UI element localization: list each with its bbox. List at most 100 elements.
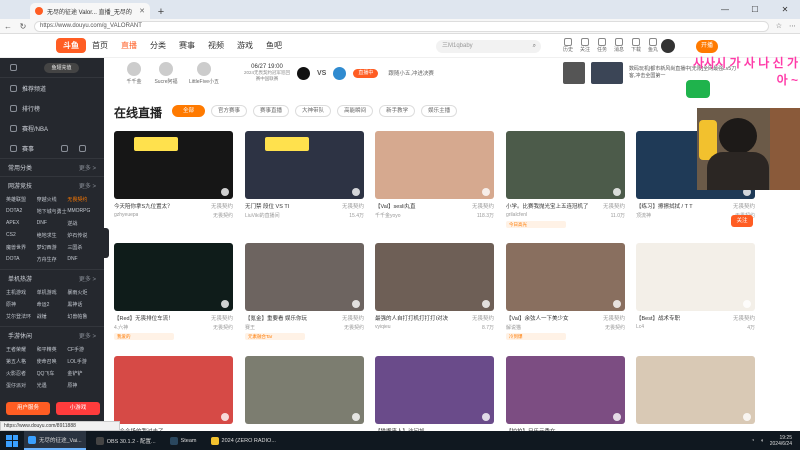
nav-yuba[interactable]: 鱼吧 [266, 40, 282, 51]
sidebar-item-hot[interactable]: 赛程/NBA [0, 118, 104, 138]
card-title[interactable]: 【Red】无畏排位车流！ [114, 314, 174, 322]
new-tab-button[interactable]: + [154, 5, 168, 19]
card-title[interactable]: 【氪金】重要看 娱乐你玩 [245, 314, 307, 322]
category-item[interactable]: 炉石传说 [67, 232, 98, 239]
card-title[interactable]: 【Val】余弦人一下美少女 [506, 314, 569, 322]
category-item[interactable]: CS2 [6, 232, 37, 239]
filter-tab[interactable]: 大神带队 [295, 105, 332, 117]
category-item[interactable]: 金铲铲 [67, 370, 98, 377]
card-thumbnail[interactable] [245, 243, 364, 311]
card-thumbnail[interactable] [506, 356, 625, 424]
download-button[interactable]: 下载 [631, 38, 641, 53]
card-thumbnail[interactable] [636, 356, 755, 424]
nav-events[interactable]: 赛事 [179, 40, 195, 51]
wifi-icon[interactable]: ◔ [751, 438, 754, 444]
live-card[interactable]: 无门禁 段位 VS TI 无畏契约 LiuViki的直播间 15.4万 [245, 131, 364, 219]
card-thumbnail[interactable] [114, 356, 233, 424]
card-streamer[interactable]: 4.六神 [114, 324, 128, 331]
filter-tab[interactable]: 官方赛事 [211, 105, 248, 117]
sidebar-item-events[interactable]: 赛事 [0, 138, 104, 158]
card-title[interactable]: 【Val】sesli丸直 [375, 202, 416, 210]
live-card[interactable]: 【Best】战术专职 无畏契约 Lc4 4万 [636, 243, 755, 331]
maximize-button[interactable]: ☐ [740, 0, 770, 19]
category-item[interactable]: LOL手游 [67, 358, 98, 365]
taskbar-app[interactable]: OBS 30.1.2 - 配置... [92, 431, 160, 450]
filter-tab[interactable]: 娱乐主播 [421, 105, 458, 117]
follow-button[interactable]: 关注 [580, 38, 590, 53]
category-item[interactable]: 梦幻西游 [37, 244, 68, 251]
streamer-avatar[interactable]: Sucre阿福 [150, 61, 182, 85]
category-item[interactable]: 绝地求生 [37, 232, 68, 239]
taskbar-app[interactable]: 无尽的征途_Vai... [24, 431, 86, 450]
card-title[interactable]: 最强的人自打打机打打打I对决 [375, 314, 448, 322]
card-thumbnail[interactable] [245, 131, 364, 199]
live-card[interactable]: 【Red】无畏排位车流！ 无畏契约 4.六神 无畏契约 我爱的 [114, 243, 233, 340]
sidebar-item-rank[interactable]: 排行榜 [0, 98, 104, 118]
live-card[interactable]: 小学。比赛我抛光宝上五连冠机了 无畏契约 grilalcfenl 11.0万 今日高光 [506, 131, 625, 228]
category-item[interactable]: 主机游戏 [6, 289, 37, 296]
search-icon[interactable]: ⌕ [533, 40, 536, 53]
card-streamer[interactable]: 顶流神 [636, 212, 651, 219]
more-link[interactable]: 更多 > [79, 163, 96, 172]
card-streamer[interactable]: 千千金yoyo [375, 212, 401, 219]
category-item[interactable]: 艾尔登法环 [6, 313, 37, 320]
card-streamer[interactable]: grilalcfenl [506, 212, 527, 219]
back-icon[interactable]: ← [4, 22, 12, 31]
category-item[interactable]: 地下城与勇士 [37, 208, 68, 215]
category-item[interactable]: 使命召唤 [37, 358, 68, 365]
sidebar-collapse-handle[interactable] [104, 228, 109, 258]
picture-in-picture-video[interactable] [697, 108, 800, 190]
category-item[interactable]: 无畏契约 [67, 196, 98, 203]
nav-category[interactable]: 分类 [150, 40, 166, 51]
card-title[interactable]: 【练习】擦擦拭拭 / T T [636, 202, 693, 210]
taskbar-app[interactable]: Steam [166, 431, 201, 450]
douyu-logo[interactable]: 斗鱼 [56, 38, 86, 53]
card-thumbnail[interactable] [636, 243, 755, 311]
live-card[interactable]: 今天陪你拿S九位置太？ 无畏契约 gzhyeuepa 无畏契约 [114, 131, 233, 219]
category-item[interactable]: 命运2 [37, 301, 68, 308]
category-item[interactable]: 王者荣耀 [6, 346, 37, 353]
url-field[interactable]: https://www.douyu.com/g_VALORANT [34, 20, 769, 32]
trophy-icon[interactable] [61, 144, 69, 152]
live-card[interactable]: 文会会场的我过去了 [114, 356, 233, 435]
category-item[interactable]: DNF [37, 220, 68, 227]
filter-tab[interactable]: 赛事直播 [253, 105, 290, 117]
start-stream-button[interactable]: 开播 [696, 40, 718, 53]
category-item[interactable]: APEX [6, 220, 37, 227]
nav-video[interactable]: 视频 [208, 40, 224, 51]
category-item[interactable]: 三国杀 [67, 244, 98, 251]
card-thumbnail[interactable] [506, 131, 625, 199]
volume-icon[interactable]: ◖ [760, 438, 763, 444]
user-avatar[interactable] [661, 39, 675, 53]
taskbar-app[interactable]: 2024 (ZERO RADIO... [207, 431, 280, 450]
live-card[interactable] [245, 356, 364, 424]
minimize-button[interactable]: — [710, 0, 740, 19]
card-thumbnail[interactable] [375, 243, 494, 311]
user-service-button[interactable]: 用户服务 [6, 402, 50, 415]
category-item[interactable]: 穿越火线 [37, 196, 68, 203]
follow-button[interactable]: 关注 [731, 215, 753, 227]
category-item[interactable]: 蛋仔派对 [6, 382, 37, 389]
live-card[interactable]: 【Val】余弦人一下美少女 无畏契约 解说猫 无畏契约 冷到爆 [506, 243, 625, 340]
category-item[interactable]: 原神 [67, 382, 98, 389]
close-window-button[interactable]: ✕ [770, 0, 800, 19]
task-button[interactable]: 任务 [597, 38, 607, 53]
close-tab-icon[interactable]: ✕ [139, 7, 145, 15]
more-link[interactable]: 更多 > [79, 331, 96, 340]
category-item[interactable]: 战锤 [37, 313, 68, 320]
more-link[interactable]: 更多 > [79, 181, 96, 190]
live-card[interactable]: 【拍拍】只乐元秀在 [506, 356, 625, 435]
category-item[interactable]: 英雄联盟 [6, 196, 37, 203]
category-item[interactable]: QQ飞车 [37, 370, 68, 377]
message-button[interactable]: 消息 [614, 38, 624, 53]
card-thumbnail[interactable] [375, 131, 494, 199]
category-item[interactable]: 原神 [6, 301, 37, 308]
streamer-avatar[interactable]: LittleFive小五 [182, 61, 226, 85]
card-streamer[interactable]: 解说猫 [506, 324, 521, 331]
favorite-star-icon[interactable]: ☆ [776, 22, 782, 30]
card-title[interactable]: 今天陪你拿S九位置太？ [114, 202, 173, 210]
nav-home[interactable]: 首页 [92, 40, 108, 51]
sidebar-user[interactable]: 鱼翅充值 [0, 58, 104, 78]
category-item[interactable]: 单机游戏 [37, 289, 68, 296]
category-item[interactable]: 方舟生存 [37, 256, 68, 263]
